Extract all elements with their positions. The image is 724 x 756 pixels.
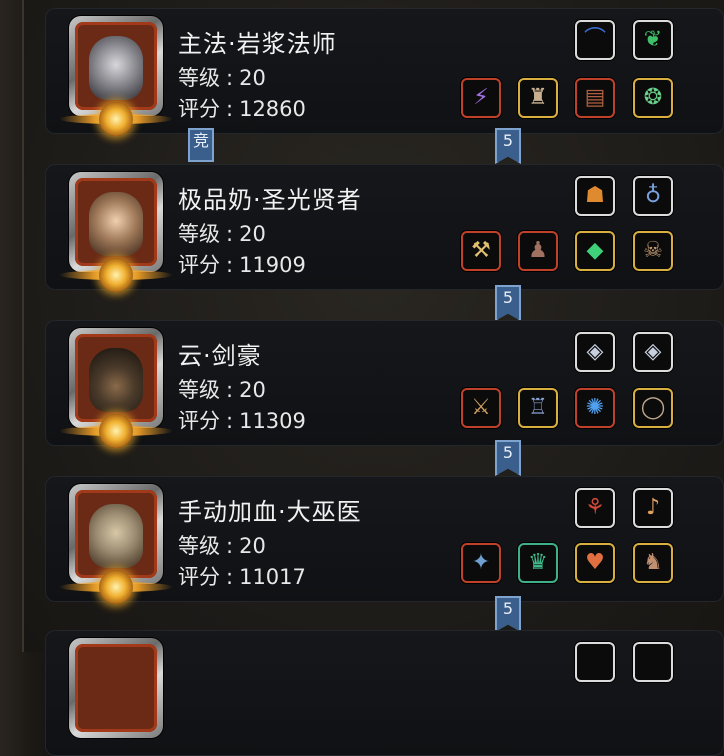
character-name: 极品奶·圣光贤者: [178, 186, 362, 214]
feather-charm-icon: ⚘: [585, 495, 605, 520]
ring-icon: ◯: [640, 395, 666, 420]
character-card[interactable]: 极品奶·圣光贤者 等级:20 评分:11909 ☗ ♁ ⚒ ♟ ◆ ☠: [45, 164, 724, 292]
character-score: 评分:12860: [178, 97, 306, 121]
character-level: 等级:20: [178, 378, 266, 402]
equip-slot-offhand[interactable]: ◆: [575, 231, 615, 271]
character-name: 云·剑豪: [178, 342, 262, 370]
green-trinket-icon: ❦: [643, 27, 663, 52]
equip-slot-necklace[interactable]: ♁: [633, 176, 673, 216]
equip-slot-offhand[interactable]: ▤: [575, 78, 615, 118]
rank-emblem-icon: [99, 102, 133, 136]
lantern-icon: ☗: [585, 183, 605, 208]
character-score: 评分:11309: [178, 409, 306, 433]
character-name: 主法·岩浆法师: [178, 30, 337, 58]
rod-icon: ✦: [471, 550, 491, 575]
character-portrait[interactable]: [59, 328, 173, 448]
equip-slot-bell[interactable]: ♪: [633, 488, 673, 528]
equip-slot-armor[interactable]: ♜: [518, 78, 558, 118]
rank-emblem-icon: ◈: [644, 339, 662, 364]
boots-icon: ♞: [643, 550, 663, 575]
character-card[interactable]: [45, 630, 724, 756]
bow-icon: ⌒: [583, 27, 606, 52]
rank-emblem-icon: ◈: [586, 339, 604, 364]
equip-slot-emblem[interactable]: ◈: [575, 332, 615, 372]
equip-slot-weapon[interactable]: ⚔: [461, 388, 501, 428]
hammer-icon: ⚒: [471, 238, 491, 263]
bell-icon: ♪: [645, 495, 661, 520]
equip-slot-armor[interactable]: ♖: [518, 388, 558, 428]
character-score: 评分:11909: [178, 253, 306, 277]
emerald-icon: ◆: [586, 238, 604, 263]
cloak-icon: ♟: [528, 238, 548, 263]
rank-emblem-icon: [99, 258, 133, 292]
robe-icon: ♜: [528, 85, 548, 110]
character-card[interactable]: 云·剑豪 等级:20 评分:11309 ◈ ◈ ⚔ ♖ ✺ ◯: [45, 320, 724, 448]
character-score: 评分:11017: [178, 565, 306, 589]
armor-icon: ♖: [528, 395, 548, 420]
equip-slot-charm[interactable]: ⚘: [575, 488, 615, 528]
heart-amulet-icon: ♥: [585, 550, 605, 575]
equip-slot-accessory[interactable]: ❂: [633, 78, 673, 118]
equip-slot-bow[interactable]: ⌒: [575, 20, 615, 60]
arena-tab[interactable]: 竞: [188, 128, 214, 162]
necklace-icon: ♁: [644, 183, 662, 208]
staff-icon: ⚡: [473, 85, 489, 110]
character-face: [89, 192, 143, 256]
equip-slot-weapon[interactable]: ✦: [461, 543, 501, 583]
equip-slot-armor[interactable]: ♛: [518, 543, 558, 583]
character-level: 等级:20: [178, 534, 266, 558]
equip-slot-accessory[interactable]: ◯: [633, 388, 673, 428]
character-face: [89, 36, 143, 100]
character-portrait[interactable]: [69, 638, 163, 738]
character-level: 等级:20: [178, 66, 266, 90]
equip-slot-armor[interactable]: ♟: [518, 231, 558, 271]
amulet-icon: ❂: [643, 85, 663, 110]
character-face: [89, 504, 143, 568]
character-level: 等级:20: [178, 222, 266, 246]
blue-orb-icon: ✺: [585, 395, 605, 420]
equip-slot-lantern[interactable]: ☗: [575, 176, 615, 216]
vest-icon: ♛: [528, 550, 548, 575]
rank-emblem-icon: [99, 570, 133, 604]
equip-slot-accessory[interactable]: ♞: [633, 543, 673, 583]
equip-slot-emblem[interactable]: ◈: [633, 332, 673, 372]
character-portrait[interactable]: [59, 172, 173, 292]
character-face: [89, 348, 143, 412]
character-card[interactable]: 手动加血·大巫医 等级:20 评分:11017 ⚘ ♪ ✦ ♛ ♥ ♞: [45, 476, 724, 604]
character-name: 手动加血·大巫医: [178, 498, 362, 526]
equip-slot-weapon[interactable]: ⚡: [461, 78, 501, 118]
skull-mask-icon: ☠: [643, 238, 663, 263]
tome-icon: ▤: [584, 85, 606, 110]
character-portrait[interactable]: [59, 484, 173, 604]
character-portrait[interactable]: [59, 16, 173, 136]
character-card[interactable]: 主法·岩浆法师 等级:20 评分:12860 ⌒ ❦ ⚡ ♜ ▤ ❂: [45, 8, 724, 136]
equip-slot-offhand[interactable]: ♥: [575, 543, 615, 583]
equip-slot-offhand[interactable]: ✺: [575, 388, 615, 428]
equip-slot-accessory[interactable]: ☠: [633, 231, 673, 271]
sword-icon: ⚔: [471, 395, 491, 420]
equip-slot[interactable]: [575, 642, 615, 682]
equip-slot-weapon[interactable]: ⚒: [461, 231, 501, 271]
equip-slot-trinket[interactable]: ❦: [633, 20, 673, 60]
equip-slot[interactable]: [633, 642, 673, 682]
rank-emblem-icon: [99, 414, 133, 448]
